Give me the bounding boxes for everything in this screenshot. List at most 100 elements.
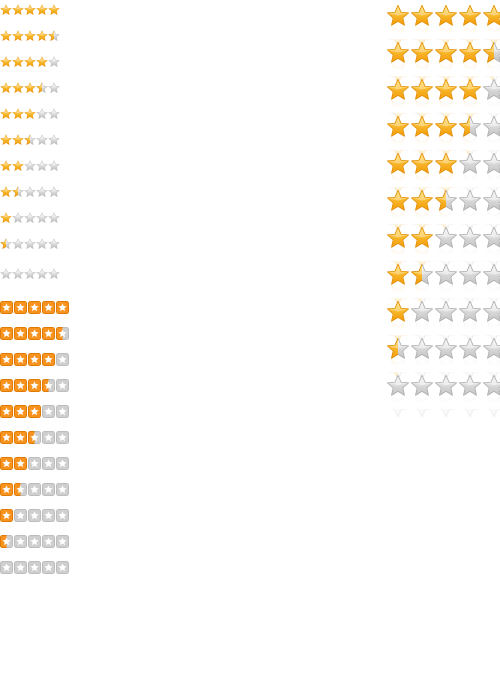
star-full-icon[interactable]	[433, 78, 459, 122]
star-empty-icon[interactable]	[0, 268, 12, 280]
star-full-icon[interactable]	[481, 4, 500, 48]
rating-row[interactable]	[0, 561, 69, 574]
star-empty-icon[interactable]	[36, 186, 48, 198]
star-empty-icon[interactable]	[481, 300, 500, 344]
star-empty-icon[interactable]	[481, 337, 500, 381]
rating-row[interactable]	[385, 226, 500, 270]
star-full-icon[interactable]	[0, 483, 13, 496]
star-full-icon[interactable]	[36, 4, 48, 16]
star-full-icon[interactable]	[24, 4, 36, 16]
star-empty-icon[interactable]	[433, 300, 459, 344]
star-full-icon[interactable]	[14, 457, 27, 470]
star-empty-icon[interactable]	[12, 238, 24, 250]
star-empty-icon[interactable]	[24, 160, 36, 172]
star-half-icon[interactable]	[457, 115, 483, 159]
star-full-icon[interactable]	[409, 152, 435, 196]
star-full-icon[interactable]	[409, 78, 435, 122]
star-full-icon[interactable]	[0, 160, 12, 172]
star-empty-icon[interactable]	[56, 431, 69, 444]
star-empty-icon[interactable]	[14, 509, 27, 522]
rating-row[interactable]	[0, 379, 69, 392]
star-empty-icon[interactable]	[36, 134, 48, 146]
star-empty-icon[interactable]	[48, 56, 60, 68]
star-full-icon[interactable]	[409, 226, 435, 270]
star-full-icon[interactable]	[14, 353, 27, 366]
star-empty-icon[interactable]	[48, 212, 60, 224]
star-empty-icon[interactable]	[36, 160, 48, 172]
star-full-icon[interactable]	[385, 300, 411, 344]
rating-row[interactable]	[385, 41, 500, 85]
rating-row[interactable]	[0, 405, 69, 418]
star-half-icon[interactable]	[36, 82, 48, 94]
star-empty-icon[interactable]	[433, 263, 459, 307]
star-full-icon[interactable]	[24, 30, 36, 42]
star-full-icon[interactable]	[385, 115, 411, 159]
star-full-icon[interactable]	[42, 327, 55, 340]
rating-row[interactable]	[0, 56, 60, 68]
star-full-icon[interactable]	[36, 56, 48, 68]
star-full-icon[interactable]	[14, 301, 27, 314]
star-full-icon[interactable]	[14, 379, 27, 392]
star-full-icon[interactable]	[0, 30, 12, 42]
star-empty-icon[interactable]	[48, 186, 60, 198]
star-full-icon[interactable]	[28, 379, 41, 392]
star-full-icon[interactable]	[409, 41, 435, 85]
star-full-icon[interactable]	[12, 108, 24, 120]
star-empty-icon[interactable]	[28, 535, 41, 548]
star-empty-icon[interactable]	[457, 226, 483, 270]
star-full-icon[interactable]	[385, 152, 411, 196]
rating-row[interactable]	[0, 509, 69, 522]
rating-row[interactable]	[385, 263, 500, 307]
star-empty-icon[interactable]	[385, 374, 411, 418]
star-full-icon[interactable]	[0, 379, 13, 392]
star-full-icon[interactable]	[385, 189, 411, 233]
star-empty-icon[interactable]	[48, 238, 60, 250]
star-empty-icon[interactable]	[36, 268, 48, 280]
star-empty-icon[interactable]	[409, 300, 435, 344]
rating-row[interactable]	[385, 78, 500, 122]
star-half-icon[interactable]	[481, 41, 500, 85]
star-empty-icon[interactable]	[42, 431, 55, 444]
star-empty-icon[interactable]	[56, 509, 69, 522]
star-full-icon[interactable]	[385, 263, 411, 307]
star-empty-icon[interactable]	[433, 374, 459, 418]
star-empty-icon[interactable]	[457, 189, 483, 233]
star-full-icon[interactable]	[0, 56, 12, 68]
rating-row[interactable]	[0, 238, 60, 250]
star-half-icon[interactable]	[28, 431, 41, 444]
star-full-icon[interactable]	[48, 4, 60, 16]
star-full-icon[interactable]	[409, 115, 435, 159]
star-empty-icon[interactable]	[457, 374, 483, 418]
rating-row[interactable]	[385, 374, 500, 418]
star-full-icon[interactable]	[457, 4, 483, 48]
star-full-icon[interactable]	[28, 327, 41, 340]
star-empty-icon[interactable]	[12, 268, 24, 280]
star-full-icon[interactable]	[0, 327, 13, 340]
star-empty-icon[interactable]	[481, 263, 500, 307]
star-full-icon[interactable]	[42, 353, 55, 366]
star-full-icon[interactable]	[433, 115, 459, 159]
star-empty-icon[interactable]	[24, 186, 36, 198]
star-empty-icon[interactable]	[409, 337, 435, 381]
star-full-icon[interactable]	[385, 4, 411, 48]
star-empty-icon[interactable]	[48, 160, 60, 172]
rating-row[interactable]	[0, 535, 69, 548]
rating-row[interactable]	[385, 300, 500, 344]
star-empty-icon[interactable]	[42, 509, 55, 522]
star-full-icon[interactable]	[0, 405, 13, 418]
rating-row[interactable]	[0, 30, 60, 42]
star-full-icon[interactable]	[0, 301, 13, 314]
rating-row[interactable]	[385, 4, 500, 48]
star-full-icon[interactable]	[433, 152, 459, 196]
star-full-icon[interactable]	[457, 78, 483, 122]
star-empty-icon[interactable]	[433, 226, 459, 270]
star-half-icon[interactable]	[385, 337, 411, 381]
star-empty-icon[interactable]	[56, 457, 69, 470]
rating-row[interactable]	[0, 327, 69, 340]
star-empty-icon[interactable]	[56, 379, 69, 392]
star-empty-icon[interactable]	[56, 483, 69, 496]
star-empty-icon[interactable]	[42, 561, 55, 574]
star-full-icon[interactable]	[12, 56, 24, 68]
star-full-icon[interactable]	[0, 4, 12, 16]
rating-row[interactable]	[0, 82, 60, 94]
